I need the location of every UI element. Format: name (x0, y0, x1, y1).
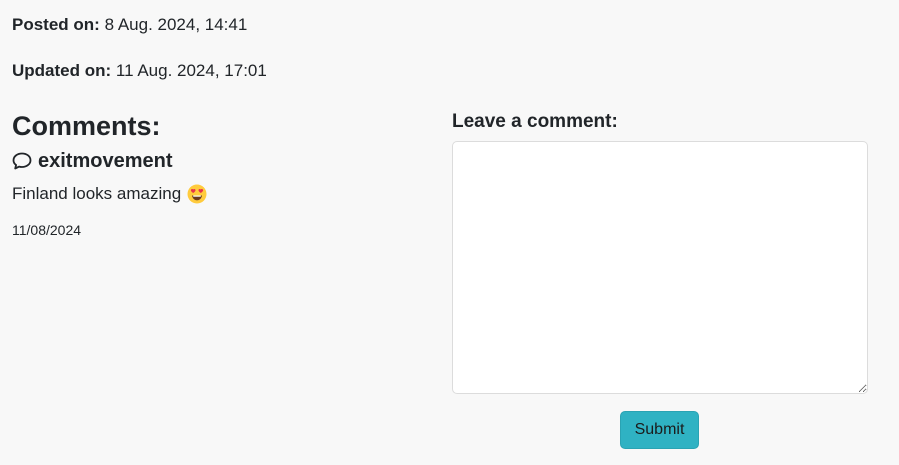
posted-on-value: 8 Aug. 2024, 14:41 (104, 15, 248, 34)
comment-item: exitmovement Finland looks amazing 11/08… (12, 148, 432, 240)
comment-form: Leave a comment: Submit (452, 110, 868, 449)
comment-textarea[interactable] (452, 141, 868, 394)
comment-author-name: exitmovement (38, 150, 173, 172)
comment-text: Finland looks amazing (12, 184, 182, 203)
posted-on-line: Posted on: 8 Aug. 2024, 14:41 (12, 14, 247, 36)
chat-bubble-icon (12, 152, 32, 170)
posted-on-label: Posted on: (12, 15, 100, 34)
heart-eyes-emoji-icon (187, 184, 207, 204)
comment-form-label: Leave a comment: (452, 111, 618, 132)
submit-button[interactable]: Submit (620, 411, 699, 449)
comment-body: Finland looks amazing (12, 182, 432, 206)
comments-section: Comments: exitmovement Finland looks ama… (12, 108, 432, 240)
comment-date: 11/08/2024 (12, 222, 82, 238)
comment-author: exitmovement (12, 148, 432, 174)
updated-on-label: Updated on: (12, 61, 112, 80)
updated-on-line: Updated on: 11 Aug. 2024, 17:01 (12, 60, 267, 82)
updated-on-value: 11 Aug. 2024, 17:01 (115, 61, 267, 80)
comments-heading: Comments: (12, 111, 161, 141)
